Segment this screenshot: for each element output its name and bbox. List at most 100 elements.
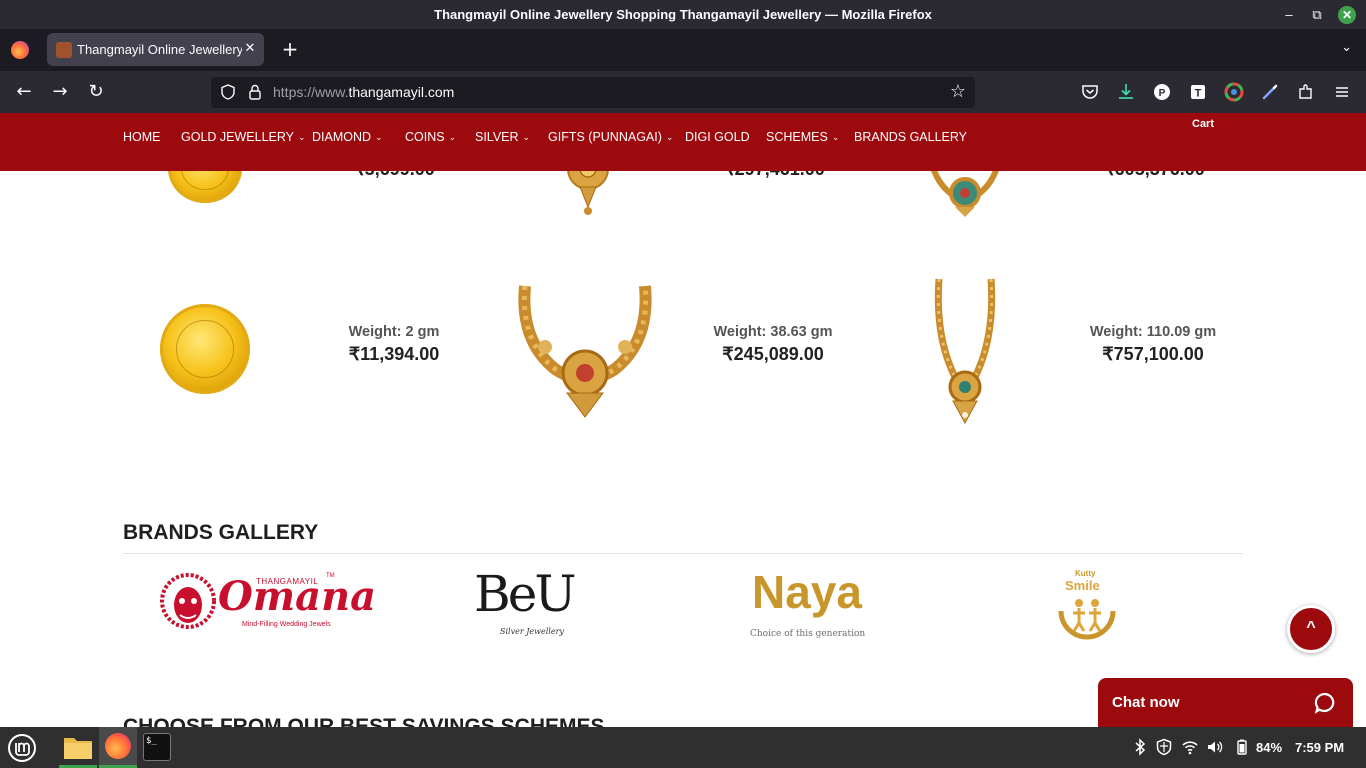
chevron-down-icon: ⌄ bbox=[448, 132, 457, 142]
minimize-button[interactable]: – bbox=[1280, 6, 1298, 24]
product-image-necklace-partial[interactable] bbox=[925, 171, 1005, 219]
site-header-nav: HOME GOLD JEWELLERY ⌄ DIAMOND ⌄ COINS ⌄ SIL… bbox=[0, 113, 1366, 171]
brand-logo-naya[interactable]: Naya Choice of this generation bbox=[748, 566, 868, 643]
battery-percentage: 84% bbox=[1256, 740, 1283, 755]
omana-tagline: Mind-Filling Wedding Jewels bbox=[242, 621, 331, 628]
lock-icon[interactable] bbox=[246, 83, 264, 101]
chevron-down-icon: ⌄ bbox=[665, 132, 674, 142]
terminal-taskbar-button[interactable]: $_ bbox=[143, 733, 171, 761]
product-price-partial: ₹297,461.00 bbox=[684, 171, 864, 180]
tab-close-icon[interactable]: ✕ bbox=[242, 41, 258, 57]
chat-now-widget[interactable]: Chat now bbox=[1098, 678, 1353, 727]
firefox-taskbar-button[interactable] bbox=[99, 727, 137, 768]
downloads-icon[interactable] bbox=[1115, 81, 1137, 103]
nav-home[interactable]: HOME bbox=[123, 130, 161, 144]
svg-text:P: P bbox=[1159, 88, 1166, 99]
product-price: ₹757,100.00 bbox=[1102, 344, 1204, 364]
extensions-icon[interactable] bbox=[1295, 81, 1317, 103]
kathakali-face-icon bbox=[160, 573, 216, 629]
product-weight: Weight: 38.63 gm bbox=[713, 324, 833, 340]
nav-digi-gold[interactable]: DIGI GOLD bbox=[685, 130, 750, 144]
url-text[interactable]: https://www.thangamayil.com bbox=[273, 77, 454, 108]
cart-link[interactable]: Cart bbox=[1192, 118, 1214, 130]
brand-logo-kutty-smile[interactable]: Kutty Smile bbox=[1055, 567, 1119, 643]
product-image-gold-necklace[interactable] bbox=[515, 281, 655, 421]
battery-icon[interactable] bbox=[1233, 738, 1251, 756]
omana-wordmark: Omana bbox=[218, 573, 377, 620]
folder-icon bbox=[64, 738, 92, 759]
navigation-toolbar: ← → ↻ https://www.thangamayil.com ☆ P T bbox=[0, 71, 1366, 113]
product-weight: Weight: 2 gm bbox=[348, 324, 440, 340]
url-bar[interactable]: https://www.thangamayil.com ☆ bbox=[211, 77, 975, 108]
firefox-view-icon[interactable] bbox=[11, 41, 29, 59]
brand-logo-omana[interactable]: THANGAMAYIL Omana TM Mind-Filling Weddin… bbox=[160, 569, 376, 641]
section-divider bbox=[123, 553, 1243, 554]
reload-button[interactable]: ↻ bbox=[84, 80, 108, 104]
naya-tagline: Choice of this generation bbox=[750, 629, 866, 639]
url-prefix: https://www. bbox=[273, 84, 349, 100]
beu-tagline: Silver Jewellery bbox=[500, 627, 564, 636]
nav-brands-gallery-label: BRANDS GALLERY bbox=[854, 130, 968, 144]
nav-gifts-punnagai[interactable]: GIFTS (PUNNAGAI) ⌄ bbox=[548, 130, 673, 144]
omana-trademark: TM bbox=[326, 573, 335, 579]
tab-thangamayil[interactable]: Thangmayil Online Jewellery Shopping Tha… bbox=[47, 33, 264, 66]
p-extension-icon[interactable]: P bbox=[1151, 81, 1173, 103]
new-tab-button[interactable]: + bbox=[279, 38, 301, 60]
bluetooth-icon[interactable] bbox=[1131, 738, 1149, 756]
nav-silver[interactable]: SILVER ⌄ bbox=[475, 130, 530, 144]
brand-logo-beu[interactable]: BeU Silver Jewellery bbox=[472, 565, 582, 641]
mint-menu-icon[interactable] bbox=[6, 732, 38, 764]
nav-diamond-label: DIAMOND bbox=[312, 130, 372, 144]
files-taskbar-button[interactable] bbox=[59, 727, 97, 768]
tab-strip: Thangmayil Online Jewellery Shopping Tha… bbox=[0, 29, 1366, 71]
product-image-gold-long-haram[interactable] bbox=[925, 277, 1005, 425]
tab-title: Thangmayil Online Jewellery Shopping Tha… bbox=[77, 42, 242, 57]
pen-extension-icon[interactable] bbox=[1259, 81, 1281, 103]
product-price-partial: ₹5,699.00 bbox=[304, 171, 484, 180]
site-favicon-icon bbox=[56, 42, 72, 58]
product-image-gold-coin[interactable] bbox=[160, 304, 250, 394]
shield-icon[interactable] bbox=[1155, 738, 1173, 756]
product-price: ₹11,394.00 bbox=[348, 344, 440, 364]
product-price: ₹245,089.00 bbox=[722, 344, 824, 364]
volume-icon[interactable] bbox=[1206, 738, 1224, 756]
smile-wordmark: Smile bbox=[1065, 578, 1100, 593]
scroll-to-top-button[interactable]: ^ bbox=[1287, 605, 1335, 653]
window-titlebar: Thangmayil Online Jewellery Shopping Tha… bbox=[0, 0, 1366, 29]
nav-gifts-label: GIFTS (PUNNAGAI) bbox=[548, 130, 662, 144]
product-image-pendant-partial[interactable] bbox=[560, 171, 616, 219]
clock[interactable]: 7:59 PM bbox=[1295, 740, 1344, 755]
page-content: ₹5,699.00 ₹297,461.00 ₹605,376.00 Weight… bbox=[0, 171, 1366, 727]
nav-schemes-label: SCHEMES bbox=[766, 130, 828, 144]
nav-schemes[interactable]: SCHEMES ⌄ bbox=[766, 130, 839, 144]
coin-emboss bbox=[181, 171, 229, 191]
nav-brands-gallery[interactable]: BRANDS GALLERY bbox=[854, 130, 967, 144]
pocket-icon[interactable] bbox=[1079, 81, 1101, 103]
color-extension-icon[interactable] bbox=[1223, 81, 1245, 103]
wifi-icon[interactable] bbox=[1181, 738, 1199, 756]
tracking-protection-shield-icon[interactable] bbox=[219, 83, 237, 101]
nav-home-label: HOME bbox=[123, 130, 161, 144]
maximize-button[interactable]: ⧉ bbox=[1308, 6, 1326, 24]
product-image-coin-partial[interactable] bbox=[168, 171, 242, 203]
nav-gold-jewellery[interactable]: GOLD JEWELLERY ⌄ bbox=[181, 130, 306, 144]
chat-now-label: Chat now bbox=[1112, 694, 1180, 711]
savings-schemes-title: CHOOSE FROM OUR BEST SAVINGS SCHEMES bbox=[123, 715, 605, 727]
nav-coins[interactable]: COINS ⌄ bbox=[405, 130, 456, 144]
bookmark-star-icon[interactable]: ☆ bbox=[949, 83, 967, 101]
chevron-down-icon: ⌄ bbox=[375, 132, 383, 142]
product-price-partial: ₹605,376.00 bbox=[1064, 171, 1244, 180]
nav-coins-label: COINS bbox=[405, 130, 445, 144]
nav-diamond[interactable]: DIAMOND ⌄ bbox=[312, 130, 383, 144]
svg-text:T: T bbox=[1195, 88, 1202, 100]
nav-gold-jewellery-label: GOLD JEWELLERY bbox=[181, 130, 295, 144]
menu-icon[interactable] bbox=[1331, 81, 1353, 103]
t-extension-icon[interactable]: T bbox=[1187, 81, 1209, 103]
close-window-button[interactable]: ✕ bbox=[1338, 6, 1356, 24]
os-taskbar: $_ 84% 7:59 PM bbox=[0, 727, 1366, 768]
url-host: thangamayil.com bbox=[348, 84, 455, 100]
forward-button[interactable]: → bbox=[48, 80, 72, 104]
back-button[interactable]: ← bbox=[12, 80, 36, 104]
beu-wordmark: BeU bbox=[474, 565, 576, 623]
list-all-tabs-icon[interactable]: ⌄ bbox=[1341, 40, 1352, 55]
